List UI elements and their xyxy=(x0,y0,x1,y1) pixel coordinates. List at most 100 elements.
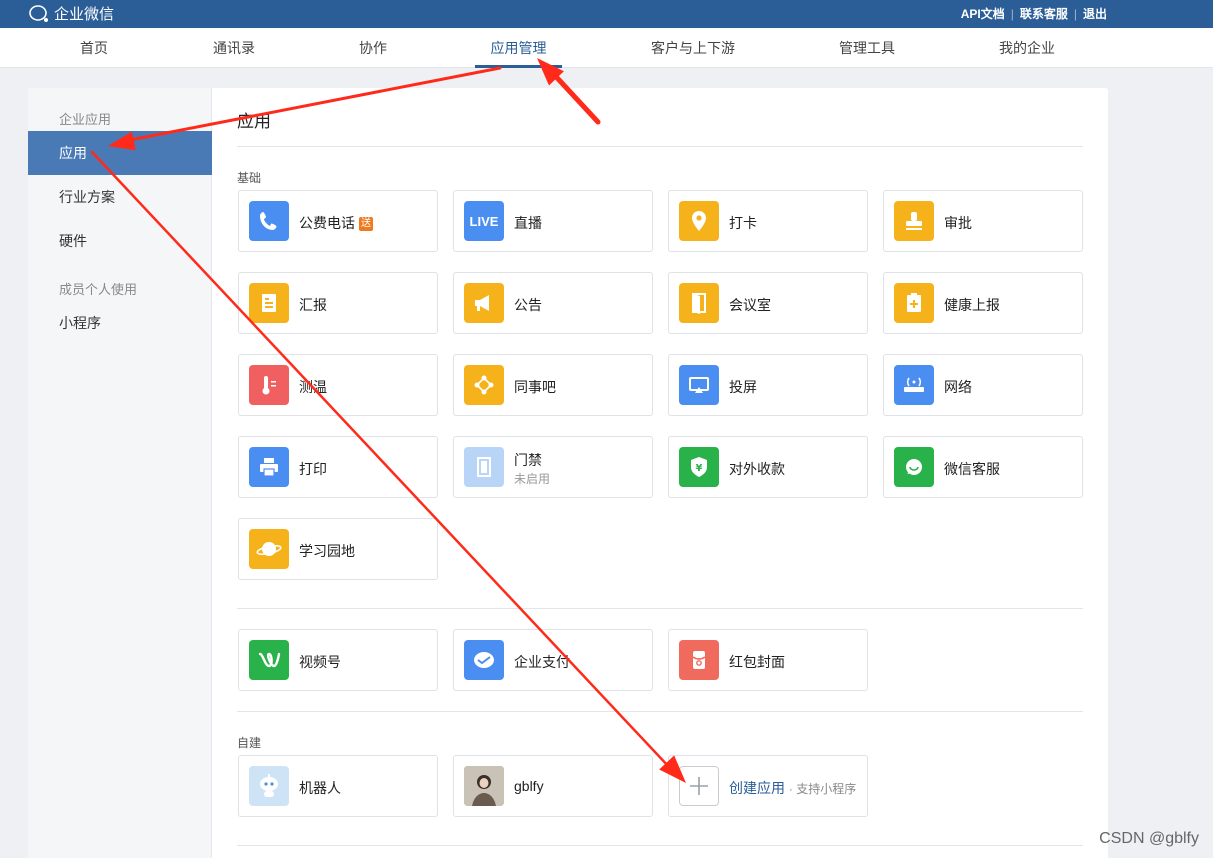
divider xyxy=(237,845,1083,846)
gift-badge: 送 xyxy=(359,217,373,231)
create-app-label: 创建应用 xyxy=(729,780,785,796)
network-icon xyxy=(464,365,504,405)
megaphone-icon xyxy=(464,283,504,323)
sidebar-item-apps[interactable]: 应用 xyxy=(28,131,212,175)
divider xyxy=(237,608,1083,609)
app-status: 未启用 xyxy=(514,472,551,486)
app-card-health-report[interactable]: 健康上报 xyxy=(883,272,1083,334)
app-card-report[interactable]: 汇报 xyxy=(238,272,438,334)
phone-icon xyxy=(249,201,289,241)
app-card-robot[interactable]: 机器人 xyxy=(238,755,438,817)
app-name: 健康上报 xyxy=(944,297,1000,313)
channels-icon xyxy=(249,640,289,680)
app-card-red-packet-cover[interactable]: 红包封面 xyxy=(668,629,868,691)
app-card-meeting-room[interactable]: 会议室 xyxy=(668,272,868,334)
app-name: 对外收款 xyxy=(729,461,785,477)
watermark: CSDN @gblfy xyxy=(1099,830,1199,847)
printer-icon xyxy=(249,447,289,487)
yuan-shield-icon: ¥ xyxy=(679,447,719,487)
live-icon: LIVE xyxy=(464,201,504,241)
sidebar: 企业应用 应用 行业方案 硬件 成员个人使用 小程序 xyxy=(28,88,212,858)
contact-support-link[interactable]: 联系客服 xyxy=(1020,5,1068,22)
app-card-channels[interactable]: 视频号 xyxy=(238,629,438,691)
app-name: 测温 xyxy=(299,379,327,395)
tab-contacts[interactable]: 通讯录 xyxy=(211,28,257,68)
pay-icon xyxy=(464,640,504,680)
app-name: 投屏 xyxy=(729,379,757,395)
section-label-basic: 基础 xyxy=(237,171,262,185)
app-name: 红包封面 xyxy=(729,654,785,670)
app-card-learning[interactable]: 学习园地 xyxy=(238,518,438,580)
location-pin-icon xyxy=(679,201,719,241)
app-name: 企业支付 xyxy=(514,654,570,670)
stamp-icon xyxy=(894,201,934,241)
section-label-custom: 自建 xyxy=(237,736,262,750)
app-card-network[interactable]: 网络 xyxy=(883,354,1083,416)
app-card-announcement[interactable]: 公告 xyxy=(453,272,653,334)
app-name: 会议室 xyxy=(729,297,771,313)
app-name: 打印 xyxy=(299,461,327,477)
tab-admin-tools[interactable]: 管理工具 xyxy=(837,28,897,68)
separator: | xyxy=(1010,6,1014,21)
sidebar-item-hardware[interactable]: 硬件 xyxy=(28,219,212,263)
tab-app-management[interactable]: 应用管理 xyxy=(475,28,562,68)
app-card-wechat-support[interactable]: 微信客服 xyxy=(883,436,1083,498)
red-packet-icon xyxy=(679,640,719,680)
brand-logo[interactable]: 企业微信 xyxy=(28,3,114,24)
tab-collaboration[interactable]: 协作 xyxy=(357,28,389,68)
chat-bubble-icon xyxy=(894,447,934,487)
app-card-print[interactable]: 打印 xyxy=(238,436,438,498)
app-name: 同事吧 xyxy=(514,379,556,395)
app-card-checkin[interactable]: 打卡 xyxy=(668,190,868,252)
sidebar-item-mini-program[interactable]: 小程序 xyxy=(28,301,212,345)
app-card-temperature[interactable]: 测温 xyxy=(238,354,438,416)
app-name: 学习园地 xyxy=(299,543,355,559)
api-docs-link[interactable]: API文档 xyxy=(961,5,1005,22)
planet-icon xyxy=(249,529,289,569)
separator: | xyxy=(1073,6,1077,21)
app-card-enterprise-pay[interactable]: 企业支付 xyxy=(453,629,653,691)
app-card-external-payment[interactable]: ¥ 对外收款 xyxy=(668,436,868,498)
thermometer-icon xyxy=(249,365,289,405)
app-name: 视频号 xyxy=(299,654,341,670)
tab-home[interactable]: 首页 xyxy=(78,28,110,68)
app-name: 微信客服 xyxy=(944,461,1000,477)
app-card-live[interactable]: LIVE 直播 xyxy=(453,190,653,252)
plus-icon xyxy=(679,766,719,806)
app-name: 公告 xyxy=(514,297,542,313)
top-bar: 企业微信 API文档 | 联系客服 | 退出 xyxy=(0,0,1213,28)
sidebar-item-industry[interactable]: 行业方案 xyxy=(28,175,212,219)
brand-name: 企业微信 xyxy=(54,6,115,23)
svg-text:¥: ¥ xyxy=(696,463,703,474)
app-name: 直播 xyxy=(514,215,542,231)
main-nav: 首页 通讯录 协作 应用管理 客户与上下游 管理工具 我的企业 xyxy=(0,28,1213,68)
sidebar-group-personal: 成员个人使用 xyxy=(59,282,138,297)
user-photo-icon xyxy=(464,766,504,806)
app-card-public-phone[interactable]: 公费电话送 xyxy=(238,190,438,252)
app-name: 打卡 xyxy=(729,215,757,231)
router-icon xyxy=(894,365,934,405)
report-icon xyxy=(249,283,289,323)
app-card-screen-cast[interactable]: 投屏 xyxy=(668,354,868,416)
app-card-access-control[interactable]: 门禁 未启用 xyxy=(453,436,653,498)
door-access-icon xyxy=(464,447,504,487)
logout-link[interactable]: 退出 xyxy=(1083,5,1107,22)
screen-cast-icon xyxy=(679,365,719,405)
create-app-button[interactable]: 创建应用 · 支持小程序 xyxy=(668,755,868,817)
create-app-note: · 支持小程序 xyxy=(788,782,857,796)
tab-customers[interactable]: 客户与上下游 xyxy=(648,28,738,68)
divider xyxy=(237,146,1083,147)
tab-my-enterprise[interactable]: 我的企业 xyxy=(997,28,1057,68)
page-title: 应用 xyxy=(237,112,271,131)
health-clipboard-icon xyxy=(894,283,934,323)
app-card-gblfy[interactable]: gblfy xyxy=(453,755,653,817)
app-card-approval[interactable]: 审批 xyxy=(883,190,1083,252)
app-name: 网络 xyxy=(944,379,972,395)
app-card-colleague-bar[interactable]: 同事吧 xyxy=(453,354,653,416)
sidebar-group-enterprise-apps: 企业应用 xyxy=(59,112,112,127)
divider xyxy=(237,711,1083,712)
app-name: 审批 xyxy=(944,215,972,231)
app-name: 公费电话 xyxy=(299,215,355,231)
app-name: 门禁 xyxy=(514,452,542,468)
door-icon xyxy=(679,283,719,323)
